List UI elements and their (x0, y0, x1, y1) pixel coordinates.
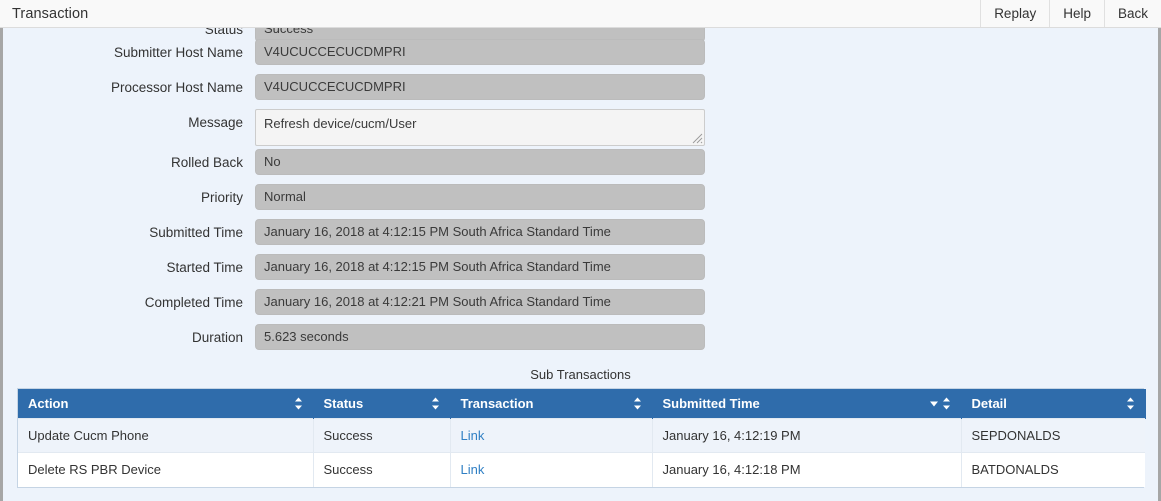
table-header-row: Action Status Transaction Submitted Time… (18, 389, 1146, 419)
value-processor-host-name: V4UCUCCECUCDMPRI (255, 74, 705, 100)
transaction-form: Status Success Submitter Host Name V4UCU… (3, 28, 1158, 359)
form-row-status: Status Success (3, 28, 1158, 42)
label-duration: Duration (191, 330, 243, 345)
form-row-started-time: Started Time January 16, 2018 at 4:12:15… (3, 254, 1158, 289)
cell-submitted-time: January 16, 4:12:19 PM (652, 418, 962, 453)
sort-updown-icon[interactable] (633, 397, 642, 410)
value-submitter-host-name: V4UCUCCECUCDMPRI (255, 39, 705, 65)
column-header-status-label: Status (323, 396, 364, 411)
form-row-duration: Duration 5.623 seconds (3, 324, 1158, 359)
transaction-link[interactable]: Link (461, 428, 485, 443)
cell-detail: BATDONALDS (961, 452, 1145, 487)
help-button[interactable]: Help (1049, 0, 1104, 27)
column-header-detail[interactable]: Detail (961, 389, 1146, 419)
replay-button[interactable]: Replay (980, 0, 1050, 27)
label-submitter-host-name: Submitter Host Name (113, 45, 243, 60)
sub-transactions-table: Action Status Transaction Submitted Time… (18, 389, 1146, 487)
value-duration: 5.623 seconds (255, 324, 705, 350)
table-row[interactable]: Delete RS PBR Device Success Link Januar… (18, 452, 1145, 487)
label-priority: Priority (200, 190, 243, 205)
value-completed-time: January 16, 2018 at 4:12:21 PM South Afr… (255, 289, 705, 315)
cell-submitted-time: January 16, 4:12:18 PM (652, 452, 962, 487)
table-body: Update Cucm Phone Success Link January 1… (18, 418, 1145, 487)
sort-control-status[interactable] (431, 397, 440, 410)
form-row-processor-host-name: Processor Host Name V4UCUCCECUCDMPRI (3, 74, 1158, 109)
value-rolled-back: No (255, 149, 705, 175)
column-header-detail-label: Detail (971, 396, 1007, 411)
message-textarea[interactable]: Refresh device/cucm/User (255, 109, 705, 146)
sort-control-detail[interactable] (1126, 397, 1135, 410)
cell-transaction: Link (450, 452, 653, 487)
column-header-transaction[interactable]: Transaction (450, 389, 653, 419)
cell-status: Success (313, 418, 451, 453)
sort-updown-icon[interactable] (942, 397, 951, 410)
column-header-action-label: Action (28, 396, 69, 411)
form-row-message: Message Refresh device/cucm/User (3, 109, 1158, 149)
sub-transactions-title: Sub Transactions (530, 367, 631, 382)
label-processor-host-name: Processor Host Name (110, 80, 243, 95)
form-row-submitter-host-name: Submitter Host Name V4UCUCCECUCDMPRI (3, 39, 1158, 74)
table-row[interactable]: Update Cucm Phone Success Link January 1… (18, 418, 1145, 453)
label-started-time: Started Time (166, 260, 243, 275)
transaction-detail-panel: Status Success Submitter Host Name V4UCU… (0, 28, 1161, 501)
value-priority: Normal (255, 184, 705, 210)
sort-descending-active-icon[interactable] (929, 397, 939, 410)
column-header-action[interactable]: Action (18, 389, 314, 419)
label-rolled-back: Rolled Back (170, 155, 243, 170)
column-header-submitted-time[interactable]: Submitted Time (652, 389, 962, 419)
label-submitted-time: Submitted Time (149, 225, 243, 240)
value-started-time: January 16, 2018 at 4:12:15 PM South Afr… (255, 254, 705, 280)
transaction-link[interactable]: Link (461, 462, 485, 477)
window-title-bar: Transaction Replay Help Back (0, 0, 1161, 28)
sort-control-action[interactable] (294, 397, 303, 410)
page-title: Transaction (12, 5, 89, 22)
column-header-submitted-time-label: Submitted Time (662, 396, 760, 411)
window-action-buttons: Replay Help Back (980, 0, 1161, 27)
cell-action: Update Cucm Phone (18, 418, 314, 453)
column-header-transaction-label: Transaction (460, 396, 534, 411)
resize-grip-icon[interactable] (692, 133, 703, 144)
cell-status: Success (313, 452, 451, 487)
cell-detail: SEPDONALDS (961, 418, 1145, 453)
sub-transactions-table-wrapper: Action Status Transaction Submitted Time… (17, 388, 1146, 488)
value-submitted-time: January 16, 2018 at 4:12:15 PM South Afr… (255, 219, 705, 245)
sort-control-transaction[interactable] (633, 397, 642, 410)
column-header-status[interactable]: Status (313, 389, 451, 419)
sort-control-submitted-time[interactable] (929, 397, 951, 410)
form-row-completed-time: Completed Time January 16, 2018 at 4:12:… (3, 289, 1158, 324)
back-button[interactable]: Back (1103, 0, 1161, 27)
form-row-submitted-time: Submitted Time January 16, 2018 at 4:12:… (3, 219, 1158, 254)
label-completed-time: Completed Time (144, 295, 243, 310)
form-row-rolled-back: Rolled Back No (3, 149, 1158, 184)
cell-transaction: Link (450, 418, 653, 453)
sort-updown-icon[interactable] (1126, 397, 1135, 410)
table-header: Action Status Transaction Submitted Time… (18, 389, 1146, 419)
form-row-priority: Priority Normal (3, 184, 1158, 219)
sort-updown-icon[interactable] (294, 397, 303, 410)
cell-action: Delete RS PBR Device (18, 452, 314, 487)
sort-updown-icon[interactable] (431, 397, 440, 410)
label-message: Message (188, 115, 243, 130)
